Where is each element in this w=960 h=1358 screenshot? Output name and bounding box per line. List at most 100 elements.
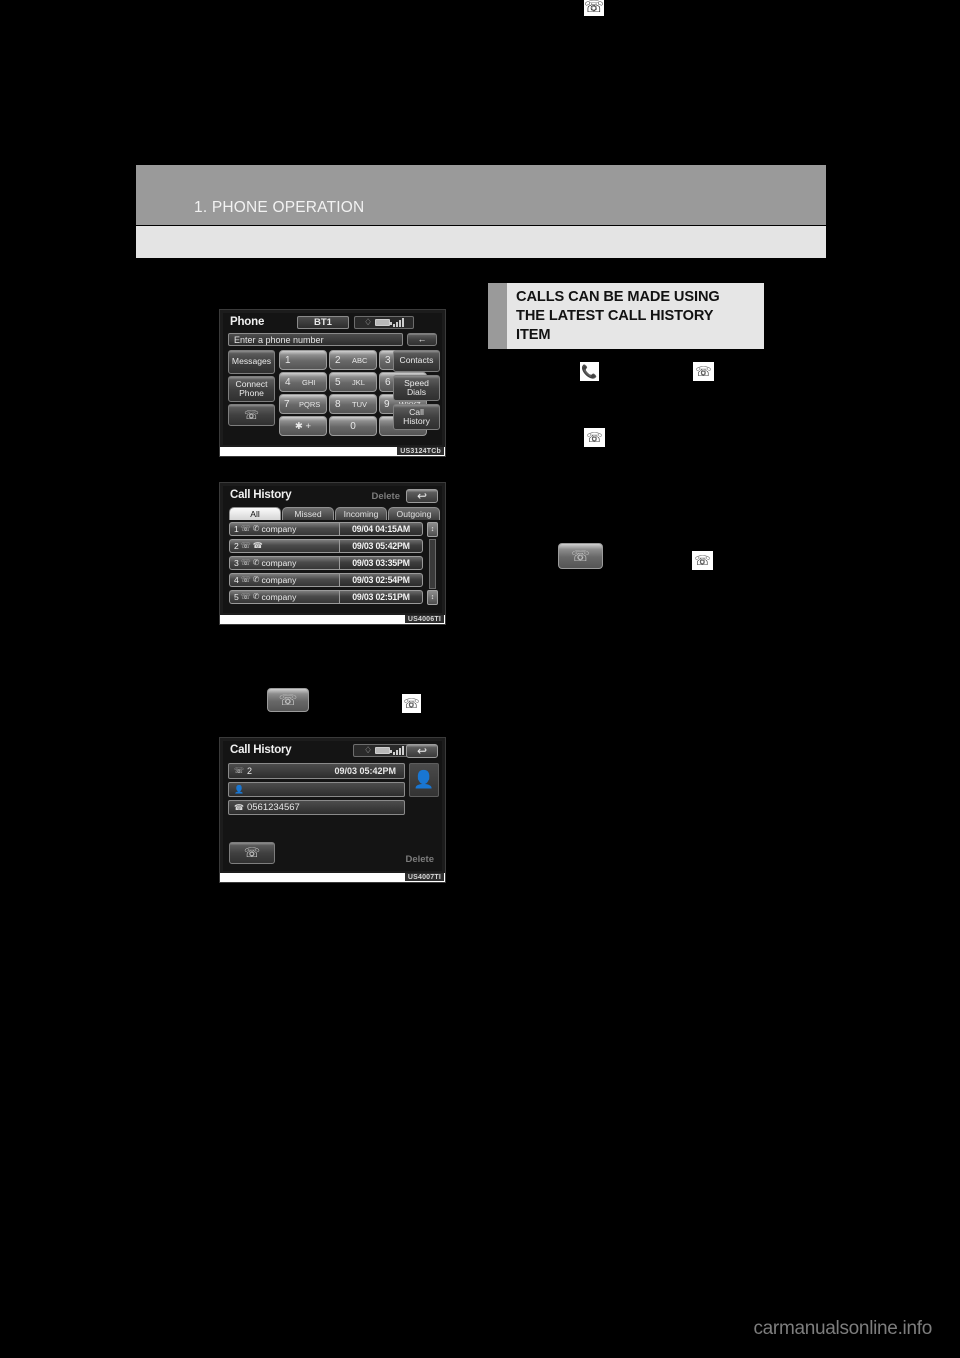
key-8[interactable]: 8 TUV (329, 394, 377, 414)
mobile-icon: ✆ (252, 592, 260, 601)
scrollbar-track[interactable] (429, 539, 436, 589)
figure-code: US4006TI (404, 615, 444, 623)
scroll-up-button[interactable]: ↕ (427, 522, 438, 537)
table-row[interactable]: 2 ☏ ☎ 09/03 05:42PM (229, 539, 423, 553)
table-row[interactable]: 1 ☏ ✆ company 09/04 04:15AM (229, 522, 423, 536)
call-softkey-icon-2: ☏ (558, 543, 603, 569)
figure-call-history-list: Call History Delete ↩ All Missed Incomin… (219, 482, 446, 625)
mobile-icon: ✆ (252, 558, 260, 567)
callout-box: CALLS CAN BE MADE USING THE LATEST CALL … (488, 283, 764, 349)
mobile-icon: ✆ (252, 524, 260, 533)
phone-screen-title: Phone (230, 316, 265, 328)
key-2-letters: ABC (352, 355, 368, 365)
status-indicators: ♢ (354, 316, 414, 329)
key-7-digit: 7 (284, 398, 290, 410)
key-2-digit: 2 (335, 354, 341, 366)
key-4-letters: GHI (302, 377, 316, 387)
scroll-down-button[interactable]: ↕ (427, 590, 438, 605)
handset-icon: ☏ (243, 845, 261, 861)
callout-line-3: ITEM (516, 326, 551, 343)
call-history-label-2: History (403, 416, 430, 426)
entry-summary-field: ☏ 2 09/03 05:42PM (228, 763, 405, 779)
call-history-detail-screen: Call History ♢ ↩ ☏ 2 09/03 05:42PM 👤 ☎ 0… (223, 741, 442, 871)
telephone-icon-3: ☏ (584, 428, 605, 447)
back-arrow-icon[interactable]: ↩ (406, 489, 438, 503)
messages-button[interactable]: Messages (228, 350, 275, 374)
key-2[interactable]: 2 ABC (329, 350, 377, 370)
site-watermark: carmanualsonline.info (753, 1318, 932, 1339)
handset-icon: ☎ (234, 802, 244, 812)
header-subband (136, 226, 826, 258)
key-4-digit: 4 (285, 376, 291, 388)
delete-label[interactable]: Delete (405, 854, 434, 865)
telephone-icon-4: ☏ (584, 0, 605, 16)
mobile-icon: ✆ (252, 575, 260, 584)
tab-incoming[interactable]: Incoming (335, 507, 387, 520)
page-title: 1. PHONE OPERATION (194, 199, 365, 216)
figure-call-history-detail: Call History ♢ ↩ ☏ 2 09/03 05:42PM 👤 ☎ 0… (219, 737, 446, 883)
key-5-digit: 5 (335, 376, 341, 388)
handset-icon: ☎ (252, 541, 263, 550)
handset-up-icon: 📞 (580, 362, 599, 381)
battery-icon (375, 747, 393, 754)
telephone-icon: ☏ (402, 694, 421, 713)
key-0[interactable]: 0 (329, 416, 377, 436)
row-index: 5 (234, 592, 239, 602)
person-icon: 👤 (234, 784, 244, 794)
callout-accent-bar (488, 283, 507, 349)
call-history-button[interactable]: Call History (393, 404, 440, 430)
key-star[interactable]: ✱ + (279, 416, 327, 436)
key-8-digit: 8 (335, 398, 341, 410)
contact-name-field: 👤 (228, 782, 405, 797)
row-name: company (261, 592, 297, 602)
key-6-digit: 6 (385, 376, 391, 388)
tab-outgoing[interactable]: Outgoing (388, 507, 440, 520)
back-arrow-icon[interactable]: ↩ (406, 744, 438, 758)
figure-phone-keypad: Phone BT1 ♢ Enter a phone number ← Messa… (219, 309, 446, 457)
table-row[interactable]: 4 ☏ ✆ company 09/03 02:54PM (229, 573, 423, 587)
call-button[interactable]: ☏ (229, 842, 275, 864)
row-name: company (261, 575, 297, 585)
telephone-icon-5: ☏ (692, 551, 713, 570)
contacts-button[interactable]: Contacts (393, 350, 440, 372)
table-row[interactable]: 3 ☏ ✆ company 09/03 03:35PM (229, 556, 423, 570)
key-5[interactable]: 5 JKL (329, 372, 377, 392)
row-time: 09/03 02:51PM (339, 590, 423, 604)
delete-label[interactable]: Delete (371, 491, 400, 502)
tab-all[interactable]: All (229, 507, 281, 520)
phone-number: 0561234567 (246, 802, 300, 813)
key-4[interactable]: 4 GHI (279, 372, 327, 392)
row-name: company (261, 524, 297, 534)
key-1[interactable]: 1 (279, 350, 327, 370)
row-label: 3 ☏ ✆ company (229, 556, 339, 570)
row-label: 1 ☏ ✆ company (229, 522, 339, 536)
phone-number-input[interactable]: Enter a phone number (228, 333, 403, 346)
row-time: 09/03 02:54PM (339, 573, 423, 587)
row-label: 2 ☏ ☎ (229, 539, 339, 553)
battery-icon (375, 319, 393, 326)
key-7[interactable]: 7 PQRS (279, 394, 327, 414)
call-history-screen: Call History Delete ↩ All Missed Incomin… (223, 486, 442, 613)
incoming-call-icon: ☏ (240, 524, 251, 533)
page-header: 1. PHONE OPERATION (136, 165, 826, 225)
key-9-digit: 9 (384, 398, 390, 410)
call-button[interactable]: ☏ (228, 404, 275, 426)
phone-number-field: ☎ 0561234567 (228, 800, 405, 815)
manual-page: 1. PHONE OPERATION CALLS CAN BE MADE USI… (0, 0, 960, 1358)
callout-line-1: CALLS CAN BE MADE USING (516, 289, 720, 305)
signal-icon (393, 318, 405, 327)
row-time: 09/03 03:35PM (339, 556, 423, 570)
row-index: 4 (234, 575, 239, 585)
connect-phone-button[interactable]: Connect Phone (228, 376, 275, 402)
incoming-call-icon: ☏ (234, 766, 245, 775)
row-time: 09/03 05:42PM (339, 539, 423, 553)
row-name: company (261, 558, 297, 568)
backspace-icon[interactable]: ← (407, 333, 437, 346)
tab-missed[interactable]: Missed (282, 507, 334, 520)
speed-dials-button[interactable]: Speed Dials (393, 375, 440, 401)
bluetooth-icon: ♢ (363, 745, 373, 755)
table-row[interactable]: 5 ☏ ✆ company 09/03 02:51PM (229, 590, 423, 604)
key-1-digit: 1 (285, 354, 291, 366)
key-5-letters: JKL (352, 377, 365, 387)
row-index: 1 (234, 524, 239, 534)
